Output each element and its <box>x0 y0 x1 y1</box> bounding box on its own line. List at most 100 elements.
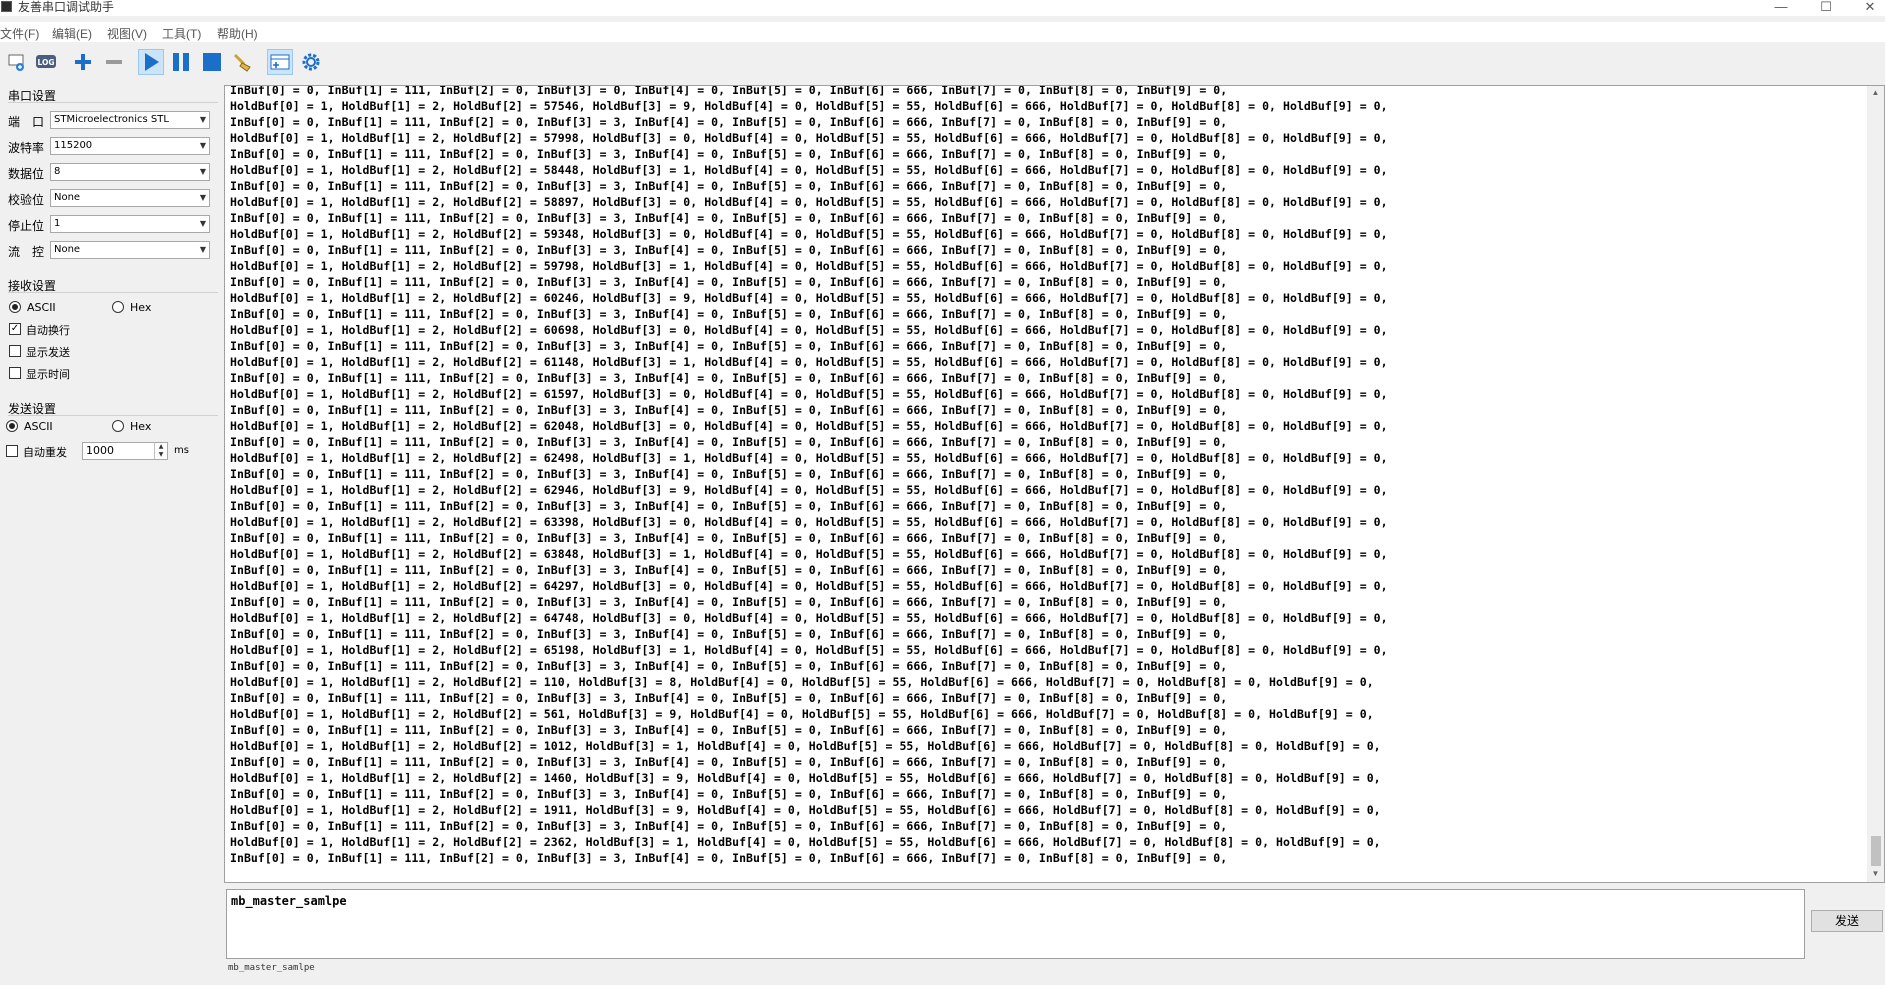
chevron-down-icon: ▼ <box>199 115 206 124</box>
send-text: mb_master_samlpe <box>231 894 347 908</box>
auto-wrap-label: 自动换行 <box>26 324 70 337</box>
minimize-button[interactable]: — <box>1761 0 1801 16</box>
receive-ascii-radio[interactable] <box>9 301 21 313</box>
log-line: InBuf[0] = 0, InBuf[1] = 111, InBuf[2] =… <box>230 275 1228 289</box>
status-text: mb_master_samlpe <box>228 963 315 973</box>
clear-button[interactable] <box>230 49 256 75</box>
parity-select[interactable]: None ▼ <box>50 189 210 207</box>
pause-button[interactable] <box>168 49 194 75</box>
settings-panel: 串口设置 端 口 STMicroelectronics STL ▼ 波特率 115… <box>0 82 220 985</box>
receive-hex-radio[interactable] <box>112 301 124 313</box>
close-button[interactable]: ✕ <box>1850 0 1885 16</box>
show-time-checkbox[interactable] <box>9 367 21 379</box>
databits-value: 8 <box>54 166 61 177</box>
scroll-thumb[interactable] <box>1871 836 1881 866</box>
log-line: InBuf[0] = 0, InBuf[1] = 111, InBuf[2] =… <box>230 179 1228 193</box>
divider <box>8 102 218 103</box>
log-line: HoldBuf[0] = 1, HoldBuf[1] = 2, HoldBuf[… <box>230 323 1388 337</box>
add-button[interactable] <box>70 49 96 75</box>
log-line: InBuf[0] = 0, InBuf[1] = 111, InBuf[2] =… <box>230 211 1228 225</box>
log-button[interactable]: LOG <box>33 49 59 75</box>
log-line: InBuf[0] = 0, InBuf[1] = 111, InBuf[2] =… <box>230 371 1228 385</box>
databits-label: 数据位 <box>8 167 45 181</box>
receive-hex-label: Hex <box>130 301 152 314</box>
vertical-scrollbar[interactable]: ▲ ▼ <box>1867 86 1884 882</box>
app-icon <box>1 1 12 12</box>
menu-help[interactable]: 帮助(H) <box>217 25 258 42</box>
title-bar: 友善串口调试助手 — ☐ ✕ <box>0 0 1885 16</box>
log-line: HoldBuf[0] = 1, HoldBuf[1] = 2, HoldBuf[… <box>230 579 1388 593</box>
toolbar: LOG <box>0 45 1885 79</box>
port-select[interactable]: STMicroelectronics STL ▼ <box>50 111 210 129</box>
auto-wrap-checkbox[interactable]: ✓ <box>9 323 21 335</box>
scroll-down-icon[interactable]: ▼ <box>1870 869 1881 878</box>
send-hex-radio[interactable] <box>112 420 124 432</box>
send-input[interactable]: mb_master_samlpe <box>226 889 1805 959</box>
baud-select[interactable]: 115200 ▼ <box>50 137 210 155</box>
log-line: HoldBuf[0] = 1, HoldBuf[1] = 2, HoldBuf[… <box>230 131 1388 145</box>
log-line: HoldBuf[0] = 1, HoldBuf[1] = 2, HoldBuf[… <box>230 227 1388 241</box>
show-send-checkbox[interactable] <box>9 345 21 357</box>
send-button[interactable]: 发送 <box>1811 910 1883 932</box>
log-line: InBuf[0] = 0, InBuf[1] = 111, InBuf[2] =… <box>230 467 1228 481</box>
log-line: InBuf[0] = 0, InBuf[1] = 111, InBuf[2] =… <box>230 531 1228 545</box>
log-line: HoldBuf[0] = 1, HoldBuf[1] = 2, HoldBuf[… <box>230 675 1374 689</box>
send-ascii-radio[interactable] <box>6 420 18 432</box>
new-session-icon <box>8 54 24 71</box>
flow-value: None <box>54 244 81 255</box>
chevron-down-icon: ▼ <box>199 219 206 228</box>
menu-edit[interactable]: 编辑(E) <box>52 25 92 42</box>
log-line: InBuf[0] = 0, InBuf[1] = 111, InBuf[2] =… <box>230 691 1228 705</box>
flow-select[interactable]: None ▼ <box>50 241 210 259</box>
menu-bar: 文件(F) 编辑(E) 视图(V) 工具(T) 帮助(H) <box>0 22 1885 42</box>
log-line: HoldBuf[0] = 1, HoldBuf[1] = 2, HoldBuf[… <box>230 739 1381 753</box>
plus-icon <box>75 54 91 70</box>
stop-icon <box>203 53 221 71</box>
chevron-down-icon: ▼ <box>199 245 206 254</box>
new-session-button[interactable] <box>4 49 30 75</box>
remove-button[interactable] <box>101 49 127 75</box>
log-line: InBuf[0] = 0, InBuf[1] = 111, InBuf[2] =… <box>230 499 1228 513</box>
log-line: HoldBuf[0] = 1, HoldBuf[1] = 2, HoldBuf[… <box>230 803 1381 817</box>
auto-resend-label: 自动重发 <box>23 446 67 459</box>
show-time-label: 显示时间 <box>26 368 70 381</box>
maximize-button[interactable]: ☐ <box>1806 0 1846 16</box>
show-send-label: 显示发送 <box>26 346 70 359</box>
receive-ascii-label: ASCII <box>27 301 56 314</box>
flow-label: 流 控 <box>8 245 45 259</box>
interval-input[interactable]: 1000 ▲ ▼ <box>82 442 168 460</box>
stop-button[interactable] <box>199 49 225 75</box>
scroll-up-icon[interactable]: ▲ <box>1870 88 1881 97</box>
menu-tools[interactable]: 工具(T) <box>162 25 201 42</box>
log-line: InBuf[0] = 0, InBuf[1] = 111, InBuf[2] =… <box>230 115 1228 129</box>
log-line: HoldBuf[0] = 1, HoldBuf[1] = 2, HoldBuf[… <box>230 643 1388 657</box>
log-line: HoldBuf[0] = 1, HoldBuf[1] = 2, HoldBuf[… <box>230 771 1381 785</box>
start-button[interactable] <box>138 49 164 75</box>
databits-select[interactable]: 8 ▼ <box>50 163 210 181</box>
send-hex-label: Hex <box>130 420 152 433</box>
log-line: InBuf[0] = 0, InBuf[1] = 111, InBuf[2] =… <box>230 339 1228 353</box>
broom-icon <box>233 53 251 72</box>
auto-resend-checkbox[interactable] <box>6 445 18 457</box>
stopbits-select[interactable]: 1 ▼ <box>50 215 210 233</box>
menu-file[interactable]: 文件(F) <box>0 25 39 42</box>
stopbits-value: 1 <box>54 218 61 229</box>
log-line: HoldBuf[0] = 1, HoldBuf[1] = 2, HoldBuf[… <box>230 483 1388 497</box>
minus-icon <box>106 60 122 64</box>
spin-arrows-icon[interactable]: ▲ ▼ <box>154 443 167 459</box>
log-line: InBuf[0] = 0, InBuf[1] = 111, InBuf[2] =… <box>230 627 1228 641</box>
log-line: InBuf[0] = 0, InBuf[1] = 111, InBuf[2] =… <box>230 243 1228 257</box>
status-bar: mb_master_samlpe <box>0 962 1885 985</box>
log-line: HoldBuf[0] = 1, HoldBuf[1] = 2, HoldBuf[… <box>230 195 1388 209</box>
receive-area[interactable]: InBuf[0] = 0, InBuf[1] = 111, InBuf[2] =… <box>224 85 1885 883</box>
window-add-icon <box>270 54 290 70</box>
log-line: HoldBuf[0] = 1, HoldBuf[1] = 2, HoldBuf[… <box>230 99 1388 113</box>
log-line: HoldBuf[0] = 1, HoldBuf[1] = 2, HoldBuf[… <box>230 419 1388 433</box>
log-line: InBuf[0] = 0, InBuf[1] = 111, InBuf[2] =… <box>230 755 1228 769</box>
settings-button[interactable] <box>298 49 324 75</box>
log-line: HoldBuf[0] = 1, HoldBuf[1] = 2, HoldBuf[… <box>230 707 1374 721</box>
divider <box>8 292 218 293</box>
menu-view[interactable]: 视图(V) <box>107 25 147 42</box>
layout-button[interactable] <box>267 49 293 75</box>
log-line: InBuf[0] = 0, InBuf[1] = 111, InBuf[2] =… <box>230 403 1228 417</box>
